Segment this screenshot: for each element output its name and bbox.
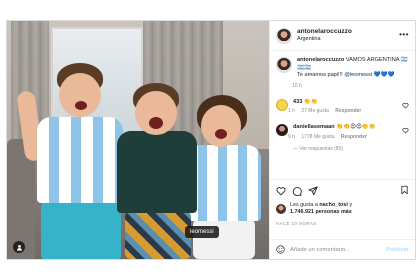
- caption-mention[interactable]: @leomessi: [344, 72, 372, 78]
- share-icon[interactable]: [308, 186, 318, 196]
- comment-avatar[interactable]: [276, 124, 288, 137]
- post-header: antonelaroccuzzo Argentina •••: [270, 21, 415, 51]
- comment-reply-button[interactable]: Responder: [335, 108, 361, 114]
- post-location[interactable]: Argentina: [297, 36, 352, 43]
- comment-avatar[interactable]: [276, 98, 288, 111]
- comment-username[interactable]: daniellasemaan: [293, 124, 335, 130]
- comment-likes[interactable]: 1778 Me gusta: [301, 134, 334, 140]
- publish-button[interactable]: Publicar: [386, 247, 409, 253]
- caption-time: 10 h: [292, 82, 302, 89]
- post-photo[interactable]: leomessi: [7, 21, 269, 259]
- likes-prefix: Les gusta a: [290, 202, 320, 208]
- comment-likes[interactable]: 27 Me gusta: [301, 108, 329, 114]
- likes-count[interactable]: 1.746.921 personas más: [290, 209, 352, 215]
- comment-heart-icon[interactable]: [402, 102, 409, 109]
- bookmark-icon[interactable]: [400, 185, 409, 195]
- liker-avatar[interactable]: [276, 204, 286, 215]
- comment-time: 9 h: [288, 133, 295, 140]
- caption-trail: 💙💙💙: [372, 72, 395, 79]
- author-avatar[interactable]: [276, 27, 292, 44]
- author-username[interactable]: antonelaroccuzzo: [297, 28, 352, 36]
- caption-username[interactable]: antonelaroccuzzo: [297, 57, 344, 63]
- person-icon[interactable]: [13, 241, 25, 253]
- photo-child-left: [16, 61, 123, 259]
- instagram-post: leomessi antonelaroccuzzo Argentina ••• …: [6, 20, 416, 260]
- post-actions: Les gusta a nacho_tosi y 1.746.921 perso…: [270, 179, 415, 239]
- caption-avatar[interactable]: [276, 57, 292, 73]
- caption-line2: Te amamos papi!!!: [297, 72, 343, 79]
- liker-username[interactable]: nacho_tosi: [319, 202, 347, 208]
- user-tag-label[interactable]: leomessi: [185, 226, 219, 238]
- comment-time: 1 h: [288, 108, 295, 115]
- more-dots-icon[interactable]: •••: [399, 31, 409, 39]
- heart-icon[interactable]: [276, 186, 286, 196]
- view-replies-link[interactable]: — Ver respuestas (85): [293, 146, 409, 152]
- emoji-icon[interactable]: [276, 245, 285, 254]
- comment-item: 433 👏👏 1 h 27 Me gusta Responder: [276, 98, 409, 115]
- comment-text: 👏👏😍😍👏👏: [334, 124, 376, 131]
- comment-item: daniellasemaan 👏👏😍😍👏👏 9 h 1778 Me gusta …: [276, 124, 409, 140]
- comment-reply-button[interactable]: Responder: [341, 134, 367, 140]
- likes-summary: Les gusta a nacho_tosi y 1.746.921 perso…: [276, 202, 409, 216]
- post-timestamp[interactable]: HACE 10 HORAS: [276, 221, 409, 226]
- post-caption: antonelaroccuzzo VAMOS ARGENTINA 🇦🇷🇦🇷🇦🇷 …: [276, 57, 409, 89]
- comment-heart-icon[interactable]: [402, 127, 409, 134]
- comment-username[interactable]: 433: [293, 99, 302, 105]
- comments-section: antonelaroccuzzo VAMOS ARGENTINA 🇦🇷🇦🇷🇦🇷 …: [270, 51, 415, 179]
- comment-text: 👏👏: [302, 98, 318, 105]
- post-side-panel: antonelaroccuzzo Argentina ••• antonelar…: [269, 21, 415, 259]
- comment-icon[interactable]: [292, 186, 302, 196]
- likes-middle: y: [347, 202, 353, 208]
- add-comment-bar: Publicar: [270, 239, 415, 259]
- comment-input[interactable]: [290, 246, 380, 253]
